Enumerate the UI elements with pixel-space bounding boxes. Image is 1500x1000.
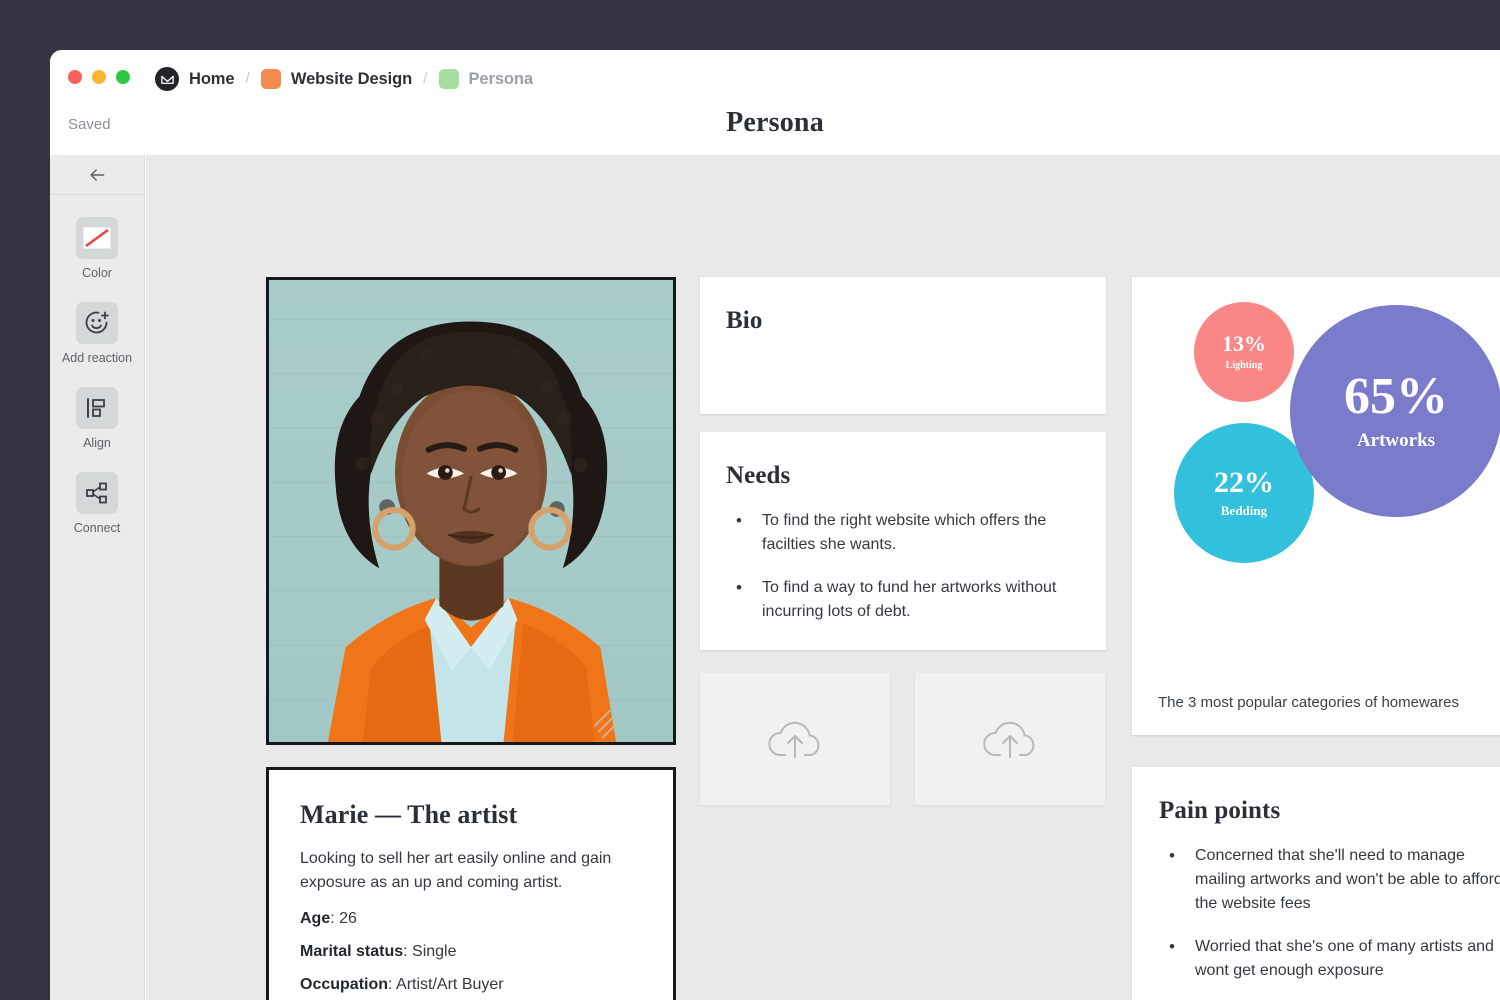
tool-rail: Color Add reaction Align Connect bbox=[50, 155, 145, 1000]
breadcrumb-label-persona: Persona bbox=[468, 69, 534, 88]
close-window-button[interactable] bbox=[68, 70, 82, 84]
bubble-artworks-label: Artworks bbox=[1356, 429, 1436, 451]
bubble-lighting: 13% Lighting bbox=[1194, 302, 1294, 402]
connect-nodes-icon bbox=[76, 472, 118, 514]
bubble-artworks: 65% Artworks bbox=[1290, 305, 1500, 517]
list-item: To find the right website which offers t… bbox=[726, 508, 1080, 557]
pain-points-list: Concerned that she'll need to manage mai… bbox=[1159, 843, 1500, 1000]
bubble-bedding-value: 22% bbox=[1214, 465, 1274, 499]
list-item: Worried that she's one of many artists a… bbox=[1159, 934, 1500, 983]
window-controls bbox=[68, 70, 130, 84]
tool-align[interactable]: Align bbox=[50, 387, 144, 450]
bubble-lighting-value: 13% bbox=[1222, 331, 1266, 356]
align-icon bbox=[76, 387, 118, 429]
bubble-lighting-label: Lighting bbox=[1225, 360, 1263, 371]
breadcrumb: Home / Website Design / Persona bbox=[155, 64, 533, 94]
profile-field-age-value: 26 bbox=[339, 910, 357, 927]
bio-card-title: Bio bbox=[726, 307, 763, 334]
back-button[interactable] bbox=[50, 155, 144, 195]
cloud-upload-icon bbox=[983, 721, 1035, 758]
pain-points-card[interactable]: Pain points Concerned that she'll need t… bbox=[1132, 767, 1500, 1000]
page-title: Persona bbox=[726, 107, 824, 138]
profile-field-occupation: Occupation: Artist/Art Buyer bbox=[300, 976, 504, 993]
tool-label-add-reaction: Add reaction bbox=[61, 351, 133, 365]
cloud-upload-icon bbox=[768, 721, 820, 758]
breadcrumb-item-persona[interactable]: Persona bbox=[438, 69, 534, 89]
homewares-bubble-chart-card[interactable]: 13% Lighting 22% Bedding 65% Artworks Th… bbox=[1132, 277, 1500, 735]
breadcrumb-item-website-design[interactable]: Website Design bbox=[260, 69, 413, 89]
breadcrumb-separator-1: / bbox=[245, 70, 250, 87]
needs-card[interactable]: Needs To find the right website which of… bbox=[700, 432, 1106, 650]
app-window: Home / Website Design / Persona Saved Pe… bbox=[50, 50, 1500, 1000]
needs-list: To find the right website which offers t… bbox=[726, 508, 1080, 624]
list-item: Concerned that she'll need to manage mai… bbox=[1159, 843, 1500, 916]
tool-label-connect: Connect bbox=[73, 521, 121, 535]
profile-field-occupation-value: Artist/Art Buyer bbox=[396, 976, 504, 993]
profile-field-age-key: Age bbox=[300, 910, 331, 927]
profile-card[interactable]: Marie — The artist Looking to sell her a… bbox=[266, 767, 676, 1000]
bubble-bedding-label: Bedding bbox=[1220, 502, 1268, 518]
profile-field-occupation-key: Occupation bbox=[300, 976, 389, 993]
emoji-plus-icon bbox=[76, 302, 118, 344]
upload-placeholder-2[interactable] bbox=[915, 673, 1105, 805]
color-swatch-icon bbox=[76, 217, 118, 259]
bubble-artworks-value: 65% bbox=[1344, 367, 1448, 425]
breadcrumb-separator-2: / bbox=[423, 70, 428, 87]
title-bar: Home / Website Design / Persona Saved Pe… bbox=[50, 50, 1500, 155]
milanote-logo-icon bbox=[155, 67, 179, 91]
profile-field-marital-status: Marital status: Single bbox=[300, 943, 457, 960]
persona-photo[interactable] bbox=[266, 277, 676, 745]
persona-photo-illustration bbox=[269, 280, 673, 742]
pain-points-card-title: Pain points bbox=[1159, 797, 1281, 824]
list-item: To find a way to fund her artworks witho… bbox=[726, 575, 1080, 624]
tool-label-color: Color bbox=[82, 266, 112, 280]
bubble-bedding: 22% Bedding bbox=[1174, 423, 1314, 563]
breadcrumb-item-home[interactable]: Home bbox=[155, 67, 235, 91]
profile-field-marital-status-value: Single bbox=[412, 943, 457, 960]
chart-caption: The 3 most popular categories of homewar… bbox=[1158, 694, 1459, 711]
breadcrumb-label-home: Home bbox=[189, 69, 235, 88]
profile-card-title: Marie — The artist bbox=[300, 800, 518, 829]
needs-card-title: Needs bbox=[726, 462, 791, 489]
upload-placeholder-1[interactable] bbox=[700, 673, 890, 805]
tool-add-reaction[interactable]: Add reaction bbox=[50, 302, 144, 365]
profile-field-marital-status-key: Marital status bbox=[300, 943, 404, 960]
bio-card[interactable]: Bio bbox=[700, 277, 1106, 414]
tool-color[interactable]: Color bbox=[50, 217, 144, 280]
profile-field-age: Age: 26 bbox=[300, 910, 357, 927]
minimize-window-button[interactable] bbox=[92, 70, 106, 84]
board-canvas[interactable]: Marie — The artist Looking to sell her a… bbox=[146, 155, 1500, 1000]
breadcrumb-label-website-design: Website Design bbox=[290, 69, 413, 88]
maximize-window-button[interactable] bbox=[116, 70, 130, 84]
profile-intro: Looking to sell her art easily online an… bbox=[300, 850, 612, 891]
breadcrumb-chip-orange bbox=[260, 69, 281, 89]
tool-label-align: Align bbox=[83, 436, 111, 450]
bubble-chart: 13% Lighting 22% Bedding 65% Artworks bbox=[1132, 277, 1500, 647]
tool-connect[interactable]: Connect bbox=[50, 472, 144, 535]
arrow-left-icon bbox=[90, 168, 105, 181]
breadcrumb-chip-green bbox=[438, 69, 459, 89]
